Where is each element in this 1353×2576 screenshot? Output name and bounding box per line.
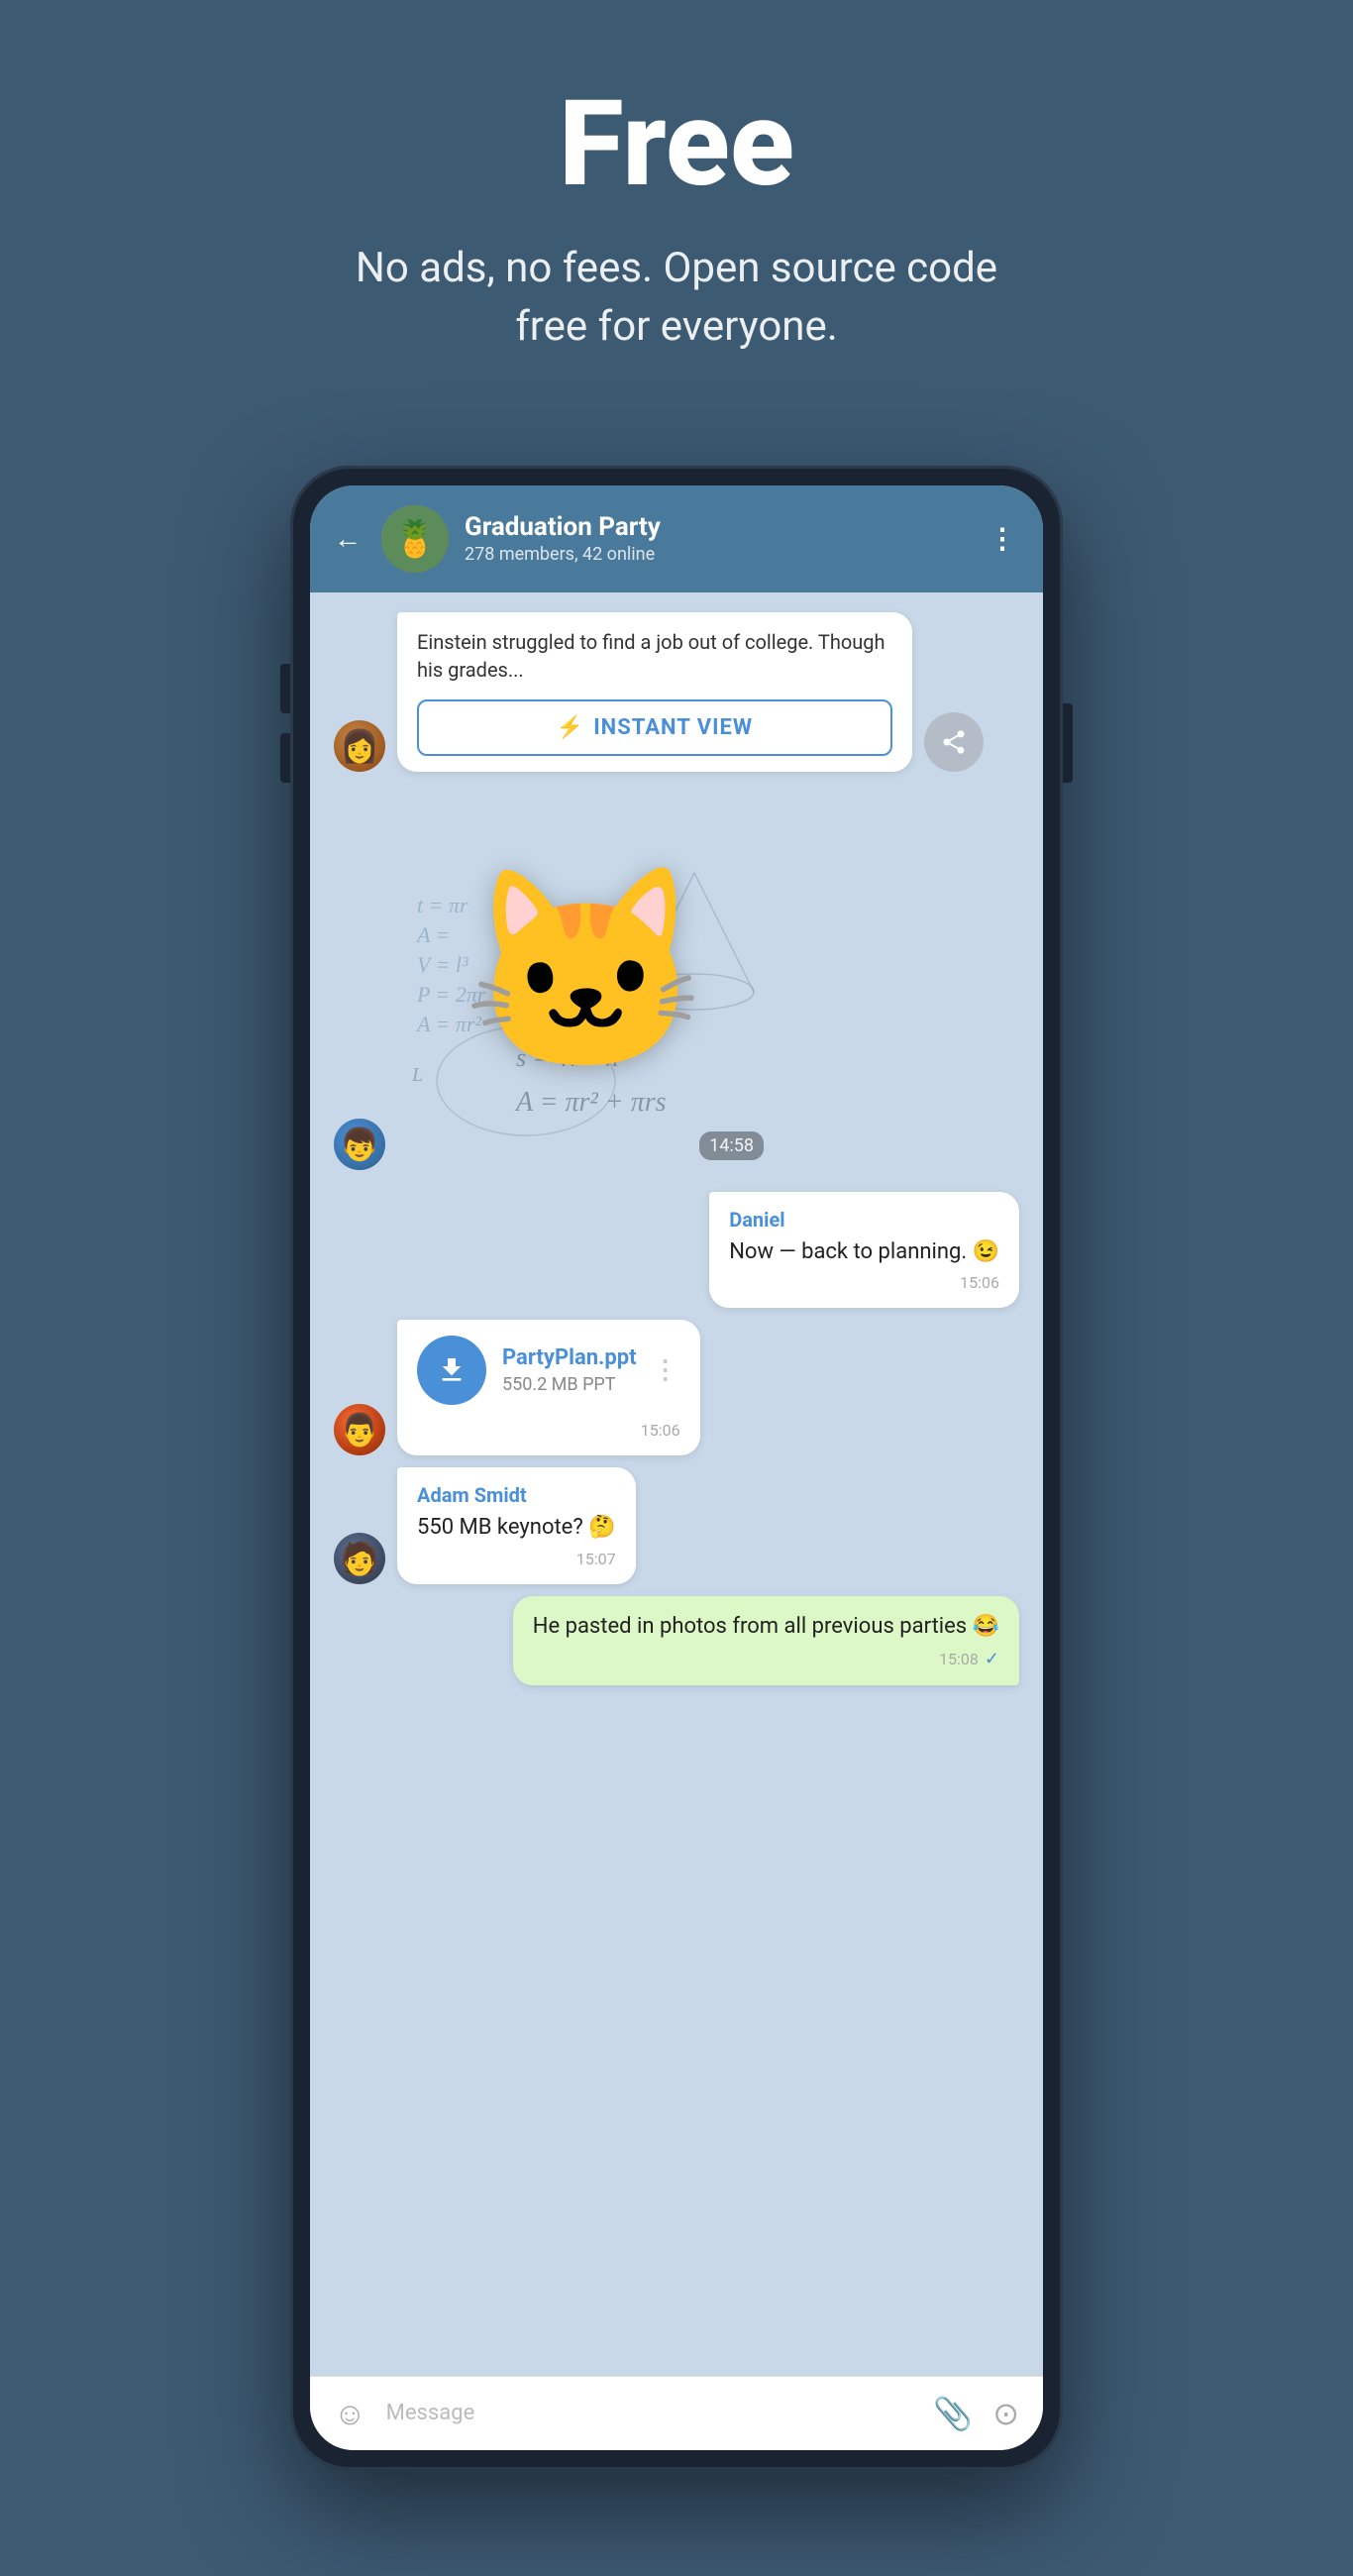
- avatar-man2: [334, 1404, 385, 1455]
- phone-frame: ← 🍍 Graduation Party 278 members, 42 onl…: [290, 466, 1063, 2470]
- share-button[interactable]: [924, 712, 984, 772]
- adam-message-row: Adam Smidt 550 MB keynote? 🤔 15:07: [334, 1467, 1019, 1584]
- file-row: PartyPlan.ppt 550.2 MB PPT ⋮: [417, 1336, 680, 1405]
- svg-text:L: L: [411, 1064, 423, 1086]
- emoji-icon[interactable]: ☺: [334, 2395, 366, 2432]
- file-message-row: PartyPlan.ppt 550.2 MB PPT ⋮ 15:06: [334, 1320, 1019, 1455]
- phone-wrapper: ← 🍍 Graduation Party 278 members, 42 onl…: [290, 466, 1063, 2470]
- self-time-value: 15:08: [939, 1650, 979, 1668]
- self-message-text: He pasted in photos from all previous pa…: [533, 1612, 999, 1643]
- svg-text:V = l³: V = l³: [417, 952, 468, 977]
- group-members: 278 members, 42 online: [465, 544, 973, 565]
- instant-view-label: INSTANT VIEW: [593, 715, 753, 740]
- article-bubble: Einstein struggled to find a job out of …: [397, 612, 912, 772]
- article-message-row: Einstein struggled to find a job out of …: [334, 612, 1019, 772]
- svg-text:A =: A =: [415, 922, 450, 947]
- camera-icon[interactable]: ⊙: [992, 2395, 1019, 2432]
- svg-text:A = πr² + πrs: A = πr² + πrs: [514, 1087, 667, 1118]
- self-bubble: He pasted in photos from all previous pa…: [513, 1596, 1019, 1685]
- hero-section: Free No ads, no fees. Open source code f…: [0, 0, 1353, 416]
- daniel-bubble: Daniel Now — back to planning. 😉 15:06: [709, 1192, 1019, 1309]
- back-button[interactable]: ←: [334, 522, 362, 555]
- instant-view-button[interactable]: ⚡ INSTANT VIEW: [417, 699, 892, 756]
- sticker-message-row: t = πr A = V = l³ P = 2πr A = πr²: [334, 794, 1019, 1170]
- chat-body: Einstein struggled to find a job out of …: [310, 592, 1043, 2376]
- more-options-icon[interactable]: ⋮: [989, 522, 1019, 555]
- power-button: [1063, 703, 1073, 783]
- daniel-sender-name: Daniel: [729, 1208, 999, 1232]
- avatar-woman: [334, 720, 385, 772]
- file-more-options[interactable]: ⋮: [653, 1355, 680, 1385]
- read-check-icon: ✓: [985, 1649, 999, 1669]
- file-info: PartyPlan.ppt 550.2 MB PPT: [502, 1345, 637, 1395]
- file-download-button[interactable]: [417, 1336, 486, 1405]
- sticker-container: t = πr A = V = l³ P = 2πr A = πr²: [397, 794, 774, 1170]
- group-avatar-img: 🍍: [381, 505, 449, 573]
- file-size: 550.2 MB PPT: [502, 1374, 637, 1395]
- article-preview-text: Einstein struggled to find a job out of …: [397, 612, 912, 692]
- sticker-time: 14:58: [699, 1131, 764, 1160]
- group-name: Graduation Party: [465, 512, 973, 542]
- file-name: PartyPlan.ppt: [502, 1345, 637, 1370]
- svg-text:t = πr: t = πr: [417, 893, 468, 917]
- avatar-man3: [334, 1533, 385, 1584]
- self-message-row: He pasted in photos from all previous pa…: [334, 1596, 1019, 1685]
- self-message-time: 15:08 ✓: [533, 1649, 999, 1669]
- lightning-icon: ⚡: [557, 715, 583, 740]
- adam-message-time: 15:07: [417, 1550, 616, 1568]
- message-input[interactable]: Message: [386, 2401, 914, 2425]
- adam-message-text: 550 MB keynote? 🤔: [417, 1513, 616, 1544]
- cat-sticker: 🐱: [462, 873, 708, 1071]
- group-info: Graduation Party 278 members, 42 online: [465, 512, 973, 565]
- daniel-message-row: Daniel Now — back to planning. 😉 15:06: [334, 1192, 1019, 1309]
- attach-icon[interactable]: 📎: [933, 2395, 973, 2432]
- hero-title: Free: [559, 79, 794, 210]
- daniel-message-time: 15:06: [729, 1273, 999, 1292]
- phone-screen: ← 🍍 Graduation Party 278 members, 42 onl…: [310, 485, 1043, 2450]
- input-bar: ☺ Message 📎 ⊙: [310, 2376, 1043, 2450]
- vol-button-down: [280, 733, 290, 783]
- adam-sender-name: Adam Smidt: [417, 1483, 616, 1507]
- share-icon: [940, 728, 968, 756]
- vol-button-up: [280, 664, 290, 713]
- chat-header: ← 🍍 Graduation Party 278 members, 42 onl…: [310, 485, 1043, 592]
- svg-text:🍍: 🍍: [393, 518, 438, 560]
- hero-subtitle: No ads, no fees. Open source code free f…: [330, 240, 1023, 357]
- file-bubble: PartyPlan.ppt 550.2 MB PPT ⋮ 15:06: [397, 1320, 700, 1455]
- download-icon: [436, 1354, 468, 1386]
- adam-bubble: Adam Smidt 550 MB keynote? 🤔 15:07: [397, 1467, 636, 1584]
- avatar-man1: [334, 1119, 385, 1170]
- file-message-time: 15:06: [417, 1421, 680, 1440]
- daniel-message-text: Now — back to planning. 😉: [729, 1237, 999, 1268]
- group-avatar: 🍍: [381, 505, 449, 573]
